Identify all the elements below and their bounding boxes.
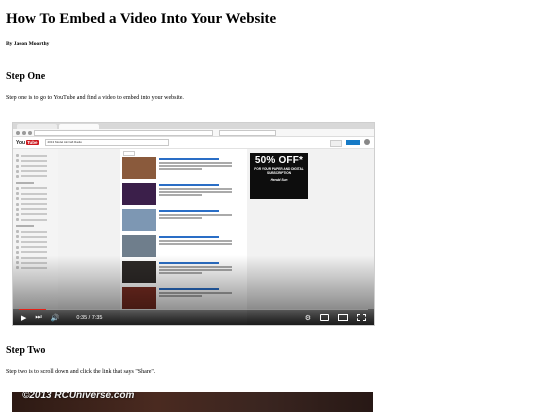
step-two-text: Step two is to scroll down and click the… [6, 369, 156, 375]
control-icons: ▶ ⏭ 🔊 0:35 / 7:35 ⚙ [21, 313, 366, 322]
advertisement[interactable]: 50% OFF* FOR YOUR PAPER AND DIGITAL SUBS… [250, 153, 308, 199]
youtube-header: You Tube 2013 Model Aircraft Radio [13, 137, 374, 149]
guide-item[interactable] [16, 202, 55, 206]
video-thumbnail[interactable] [122, 157, 156, 179]
video-watermark: ©2013 RCUniverse.com [22, 392, 135, 401]
next-icon[interactable]: ⏭ [35, 314, 41, 322]
playlist-icon [16, 197, 19, 201]
reload-icon[interactable] [28, 130, 32, 135]
ad-headline: 50% OFF* [254, 155, 304, 166]
avatar[interactable] [364, 139, 370, 145]
subscriptions-icon [16, 164, 19, 168]
step-one-heading: Step One [6, 71, 46, 82]
subscription-icon [16, 240, 19, 244]
channel-icon [16, 159, 19, 163]
ad-brand: Herald Sun [270, 178, 288, 182]
guide-item[interactable] [16, 235, 55, 239]
guide-item[interactable] [16, 245, 55, 249]
youtube-logo-tube: Tube [26, 140, 39, 145]
video-thumbnail[interactable] [122, 183, 156, 205]
back-icon[interactable] [16, 130, 20, 135]
browser-tab-active[interactable] [59, 124, 99, 129]
youtube-logo[interactable]: You Tube [16, 140, 39, 146]
video-player-step-one[interactable]: You Tube 2013 Model Aircraft Radio 50% O… [12, 122, 375, 326]
filter-button[interactable] [123, 151, 135, 156]
subscription-icon [16, 230, 19, 234]
subscription-icon [16, 245, 19, 249]
guide-section-heading [16, 181, 34, 184]
guide-item[interactable] [16, 159, 55, 163]
ad-subheadline: FOR YOUR PAPER AND DIGITAL SUBSCRIPTION [254, 167, 304, 175]
time-display: 0:35 / 7:35 [76, 314, 103, 321]
list-item[interactable] [122, 157, 245, 181]
home-icon [16, 154, 19, 158]
playlist-icon [16, 192, 19, 196]
settings-icon[interactable]: ⚙ [305, 314, 311, 322]
step-one-text: Step one is to go to YouTube and find a … [6, 95, 184, 101]
youtube-search-input[interactable]: 2013 Model Aircraft Radio [44, 139, 169, 146]
guide-section-heading [16, 225, 34, 228]
video-player-step-two[interactable]: ©2013 RCUniverse.com [12, 392, 373, 412]
youtube-logo-you: You [16, 139, 26, 146]
volume-icon[interactable]: 🔊 [51, 314, 60, 322]
fullscreen-icon[interactable] [357, 314, 366, 321]
playlist-icon [16, 207, 19, 211]
guide-item[interactable] [16, 154, 55, 158]
video-thumbnail[interactable] [122, 235, 156, 257]
guide-item[interactable] [16, 218, 55, 222]
playlist-icon [16, 212, 19, 216]
progress-bar[interactable] [19, 308, 368, 310]
history-icon [16, 169, 19, 173]
byline: By Jason Moorthy [6, 41, 50, 47]
miniplayer-icon[interactable] [320, 314, 329, 321]
step-two-heading: Step Two [6, 345, 46, 356]
guide-item[interactable] [16, 164, 55, 168]
forward-icon[interactable] [22, 130, 26, 135]
guide-item[interactable] [16, 240, 55, 244]
guide-item[interactable] [16, 192, 55, 196]
guide-item[interactable] [16, 207, 55, 211]
list-item[interactable] [122, 209, 245, 233]
browser-search-bar[interactable] [219, 129, 276, 136]
guide-item[interactable] [16, 186, 55, 190]
playlist-icon [16, 202, 19, 206]
upload-button[interactable] [330, 140, 342, 147]
url-bar[interactable] [34, 129, 213, 136]
watch-later-icon [16, 174, 19, 178]
playlist-icon [16, 186, 19, 190]
guide-item[interactable] [16, 174, 55, 178]
theater-mode-icon[interactable] [338, 314, 348, 321]
page-title: How To Embed a Video Into Your Website [6, 11, 277, 27]
playlist-icon [16, 218, 19, 222]
browser-nav-bar [13, 129, 374, 137]
play-icon[interactable]: ▶ [21, 314, 26, 322]
list-item[interactable] [122, 183, 245, 207]
browser-tab[interactable] [17, 124, 57, 129]
guide-item[interactable] [16, 230, 55, 234]
subscription-icon [16, 235, 19, 239]
progress-fill [19, 308, 46, 310]
subscription-icon [16, 250, 19, 254]
guide-item[interactable] [16, 250, 55, 254]
video-thumbnail[interactable] [122, 209, 156, 231]
guide-item[interactable] [16, 212, 55, 216]
sign-in-button[interactable] [346, 140, 360, 145]
guide-item[interactable] [16, 169, 55, 173]
guide-item[interactable] [16, 197, 55, 201]
